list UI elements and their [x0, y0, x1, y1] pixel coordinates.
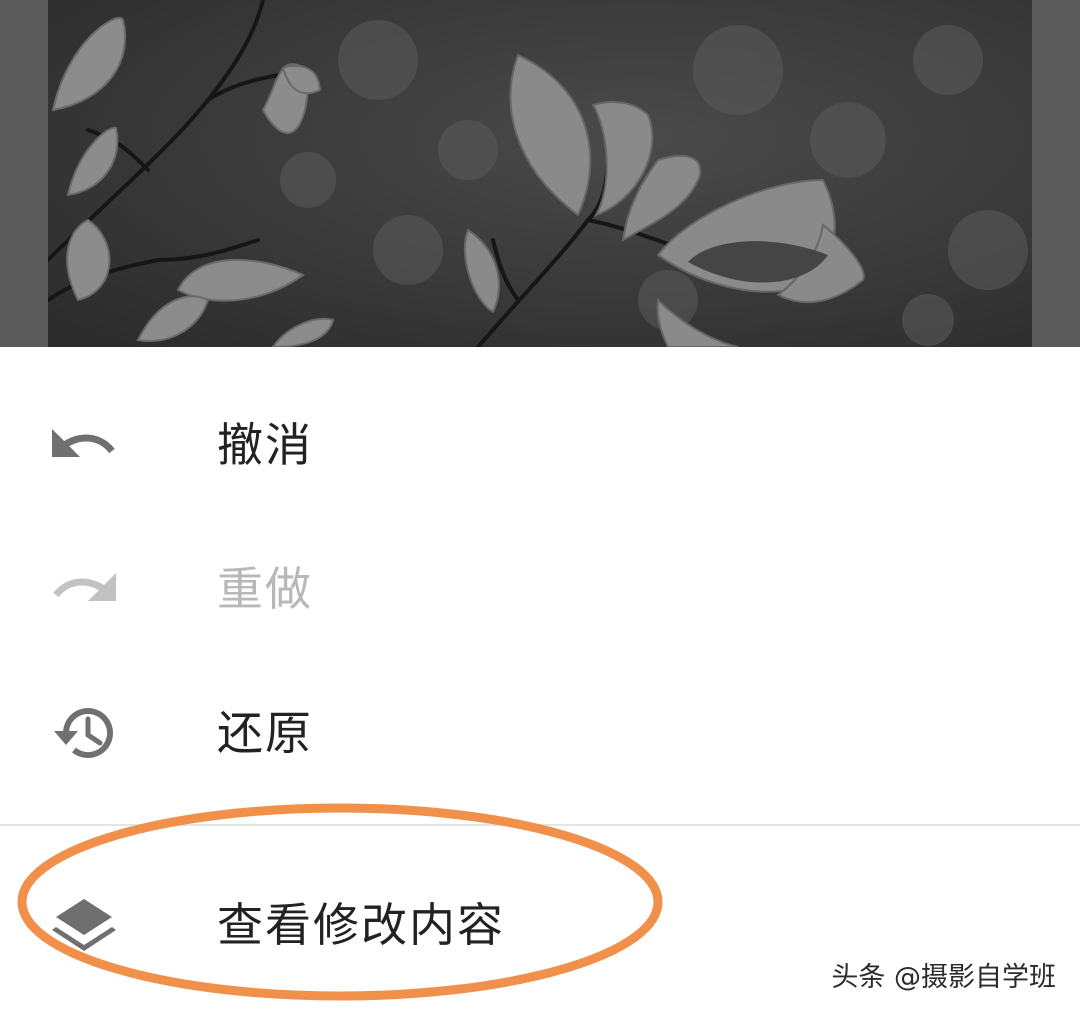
menu-item-restore[interactable]: 还原	[0, 673, 1080, 793]
layers-icon	[48, 895, 120, 955]
photo-preview-area	[0, 0, 1080, 347]
watermark: 头条 @摄影自学班	[831, 962, 1056, 993]
menu-item-label: 撤消	[217, 418, 313, 472]
menu-item-label: 查看修改内容	[217, 898, 505, 952]
redo-icon	[48, 559, 120, 619]
menu-item-label: 还原	[217, 706, 313, 760]
menu-divider	[0, 824, 1080, 826]
menu-item-label: 重做	[217, 562, 313, 616]
history-restore-icon	[48, 703, 120, 763]
edit-menu-sheet: 撤消 重做 还原 查看修改内容 头条 @摄影自学班	[0, 347, 1080, 1011]
leaves-photo	[48, 0, 1032, 347]
undo-icon	[48, 415, 120, 475]
menu-item-redo[interactable]: 重做	[0, 529, 1080, 649]
menu-item-undo[interactable]: 撤消	[0, 385, 1080, 505]
